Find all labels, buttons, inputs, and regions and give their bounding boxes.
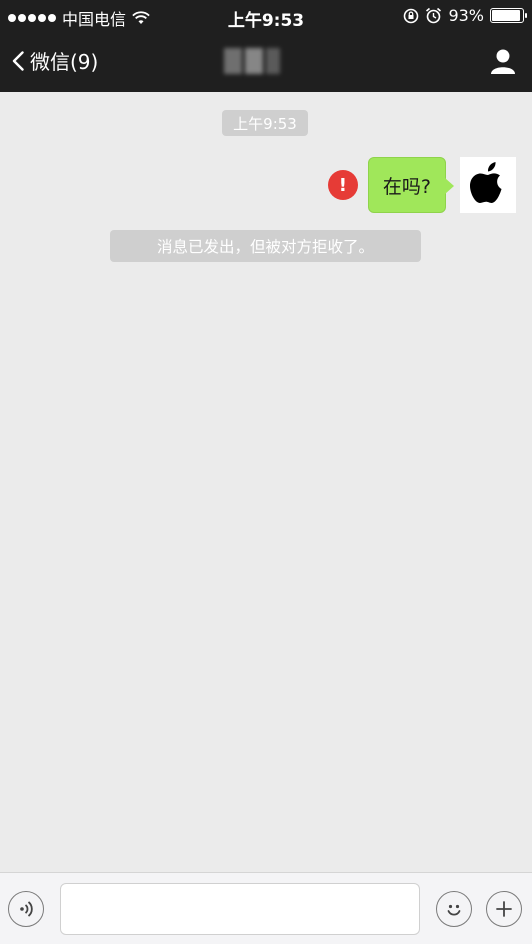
message-row: ! 在吗? xyxy=(327,156,516,214)
battery-fill xyxy=(492,10,520,21)
status-right: 93% xyxy=(403,6,527,25)
input-bar xyxy=(0,872,532,944)
chevron-left-icon xyxy=(12,50,24,71)
message-bubble[interactable]: 在吗? xyxy=(367,157,455,213)
back-label: 微信(9) xyxy=(30,50,99,74)
plus-icon xyxy=(496,901,512,917)
rotation-lock-icon xyxy=(404,8,419,23)
more-button[interactable] xyxy=(486,891,522,927)
message-input[interactable] xyxy=(60,883,420,935)
voice-icon xyxy=(20,901,33,917)
battery-icon xyxy=(490,8,527,23)
emoji-button[interactable] xyxy=(436,891,472,927)
avatar[interactable] xyxy=(460,157,516,213)
chat-area[interactable]: 上午9:53 ! 在吗? 消息已发出，但被对方拒收了。 xyxy=(0,92,532,872)
apple-logo-icon xyxy=(470,162,502,203)
person-icon[interactable] xyxy=(488,46,518,76)
alarm-icon xyxy=(426,7,442,24)
contact-name-obscured xyxy=(224,46,304,76)
message-timestamp: 上午9:53 xyxy=(222,110,308,136)
emoji-icon xyxy=(447,904,461,916)
voice-button[interactable] xyxy=(8,891,44,927)
send-error-icon[interactable]: ! xyxy=(327,170,358,200)
status-bar: 中国电信 上午9:53 93% xyxy=(0,0,532,32)
message-text: 在吗? xyxy=(382,175,431,198)
nav-bar: 微信(9) xyxy=(0,32,532,92)
battery-percent: 93% xyxy=(448,6,484,25)
back-button[interactable]: 微信(9) xyxy=(12,46,98,75)
system-notice: 消息已发出，但被对方拒收了。 xyxy=(110,230,421,262)
